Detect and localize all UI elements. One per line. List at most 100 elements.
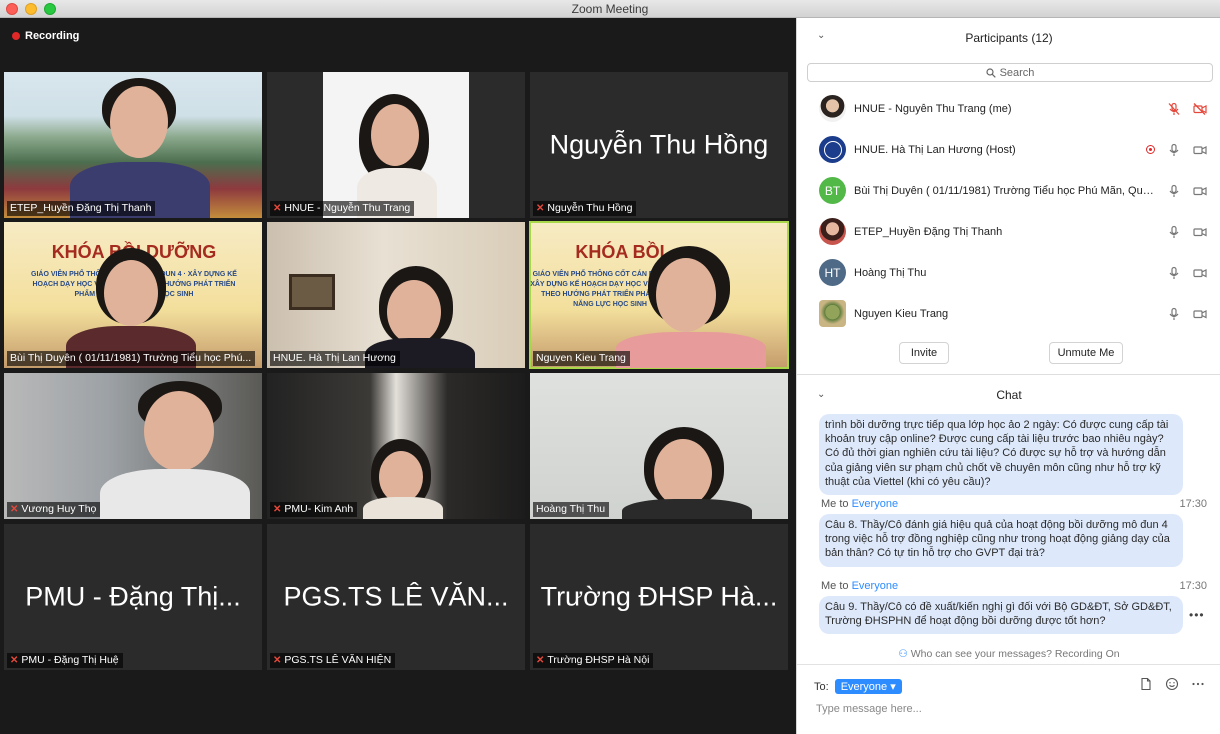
participant-name: Nguyen Kieu Trang [854,307,949,320]
camera-icon[interactable] [1193,225,1207,239]
recording-indicator[interactable]: Recording [12,30,79,42]
camera-icon[interactable] [1193,184,1207,198]
video-tile[interactable]: HNUE. Hà Thị Lan Hương [267,222,525,368]
mic-icon[interactable] [1167,307,1181,321]
video-tile[interactable]: KHÓA BỒI DƯỠNG GIÁO VIÊN PHỔ THÔNG CỐT C… [4,222,262,368]
chat-message-header: Me to Everyone 17:30 [821,580,1207,592]
mic-icon[interactable] [1167,266,1181,280]
window-titlebar: Zoom Meeting [0,0,1220,18]
recording-dot-icon [12,32,20,40]
participants-search-input[interactable]: Search [807,63,1213,82]
participant-name-label: Bùi Thị Duyên ( 01/11/1981) Trường Tiểu … [7,351,256,366]
participants-title: Participants (12) [965,31,1053,45]
chat-message-input[interactable]: Type message here... [816,703,922,715]
avatar: HT [819,259,846,286]
video-tile[interactable]: ✕ HNUE - Nguyễn Thu Trang [267,72,525,218]
side-panel: ⌄ Participants (12) Search HNUE - Nguyễn… [796,18,1220,734]
participant-name: Hoàng Thị Thu [854,266,927,279]
participant-name-label: Nguyen Kieu Trang [533,351,630,366]
to-label: To: [814,680,829,693]
participant-display-name: Nguyễn Thu Hồng [549,129,769,160]
more-options-icon[interactable] [1191,677,1205,691]
avatar: BT [819,177,846,204]
chat-message: trình bồi dưỡng trực tiếp qua lớp học ảo… [819,414,1183,496]
participant-row[interactable]: BT Bùi Thị Duyên ( 01/11/1981) Trường Ti… [797,170,1220,211]
participants-actions: Invite Unmute Me [797,342,1220,366]
zoom-window-button[interactable] [44,3,56,15]
mic-muted-icon[interactable] [1167,102,1181,116]
participant-name: Bùi Thị Duyên ( 01/11/1981) Trường Tiểu … [854,184,1154,197]
mic-muted-icon: ✕ [536,654,545,666]
participant-row[interactable]: HNUE. Hà Thị Lan Hương (Host) [797,129,1220,170]
mic-icon[interactable] [1167,184,1181,198]
video-tile[interactable]: Nguyễn Thu Hồng ✕ Nguyễn Thu Hồng [530,72,788,218]
file-icon[interactable] [1139,677,1153,691]
minimize-window-button[interactable] [25,3,37,15]
participant-name-label: HNUE. Hà Thị Lan Hương [270,351,400,366]
unmute-me-button[interactable]: Unmute Me [1049,342,1123,364]
mic-muted-icon: ✕ [273,202,282,214]
recipient-dropdown[interactable]: Everyone ▾ [834,679,902,694]
camera-icon[interactable] [1193,307,1207,321]
avatar [819,300,846,327]
camera-off-icon[interactable] [1193,102,1207,116]
video-tile[interactable]: PMU - Đặng Thị... ✕ PMU - Đặng Thị Huệ [4,524,262,670]
message-visibility-note[interactable]: ⚇ Who can see your messages? Recording O… [797,648,1220,660]
message-time: 17:30 [1179,498,1207,510]
recipient-row: To: Everyone ▾ [814,679,902,694]
chevron-down-icon[interactable]: ⌄ [817,389,825,400]
participant-row[interactable]: Nguyen Kieu Trang [797,293,1220,334]
video-tile[interactable]: Hoàng Thị Thu [530,373,788,519]
mic-muted-icon: ✕ [273,654,282,666]
search-placeholder: Search [999,66,1035,79]
participant-name-label: ✕ Vương Huy Thọ [7,502,101,517]
message-time: 17:30 [1179,580,1207,592]
mic-muted-icon: ✕ [536,202,545,214]
avatar [819,136,846,163]
close-window-button[interactable] [6,3,18,15]
invite-button[interactable]: Invite [899,342,949,364]
participant-name: HNUE. Hà Thị Lan Hương (Host) [854,143,1016,156]
chat-messages[interactable]: trình bồi dưỡng trực tiếp qua lớp học ảo… [797,414,1220,646]
chat-message-header: Me to Everyone 17:30 [821,498,1207,510]
people-icon: ⚇ [898,648,908,660]
chat-title: Chat [996,388,1022,402]
participant-display-name: PMU - Đặng Thị... [25,581,241,612]
participant-name-label: ✕ Nguyễn Thu Hồng [533,201,637,216]
video-tile-active-speaker[interactable]: KHÓA BỒI GIÁO VIÊN PHỔ THÔNG CỐT CÁN MÔ … [529,221,789,369]
participant-row[interactable]: HT Hoàng Thị Thu [797,252,1220,293]
video-tile[interactable]: PGS.TS LÊ VĂN... ✕ PGS.TS LÊ VĂN HIỆN [267,524,525,670]
chat-message: Câu 8. Thầy/Cô đánh giá hiệu quả của hoạ… [819,514,1183,567]
avatar [819,95,846,122]
camera-icon[interactable] [1193,266,1207,280]
participant-display-name: Trường ĐHSP Hà... [540,581,778,612]
participants-list: HNUE - Nguyễn Thu Trang (me) HNUE. Hà Th… [797,88,1220,334]
recording-status-icon [1146,145,1155,154]
participant-display-name: PGS.TS LÊ VĂN... [283,581,509,612]
mic-muted-icon: ✕ [10,654,19,666]
video-tile[interactable]: Trường ĐHSP Hà... ✕ Trường ĐHSP Hà Nội [530,524,788,670]
participant-name-label: Hoàng Thị Thu [533,502,610,517]
panel-divider [797,374,1220,375]
camera-icon[interactable] [1193,143,1207,157]
recording-label: Recording [25,30,80,42]
video-tile[interactable]: ✕ Vương Huy Thọ [4,373,262,519]
mic-muted-icon: ✕ [273,503,282,515]
participant-row[interactable]: HNUE - Nguyễn Thu Trang (me) [797,88,1220,129]
mic-icon[interactable] [1167,225,1181,239]
mic-icon[interactable] [1167,143,1181,157]
chat-message: Câu 9. Thầy/Cô có đề xuất/kiến nghị gì đ… [819,596,1183,635]
chat-composer: To: Everyone ▾ Type message here... [797,664,1220,734]
participants-header: ⌄ Participants (12) [797,18,1220,58]
chevron-down-icon[interactable]: ⌄ [817,30,825,41]
video-tile[interactable]: ETEP_Huyền Đặng Thị Thanh [4,72,262,218]
participant-name: HNUE - Nguyễn Thu Trang (me) [854,102,1012,115]
video-gallery: Recording ETEP_Huyền Đặng Thị Thanh ✕ HN… [0,18,796,734]
avatar [819,218,846,245]
participant-row[interactable]: ETEP_Huyền Đặng Thị Thanh [797,211,1220,252]
emoji-icon[interactable] [1165,677,1179,691]
participant-name-label: ✕ Trường ĐHSP Hà Nội [533,653,654,668]
participant-name-label: ✕ HNUE - Nguyễn Thu Trang [270,201,415,216]
more-options-icon[interactable]: ••• [1189,608,1205,622]
video-tile[interactable]: ✕ PMU- Kim Anh [267,373,525,519]
